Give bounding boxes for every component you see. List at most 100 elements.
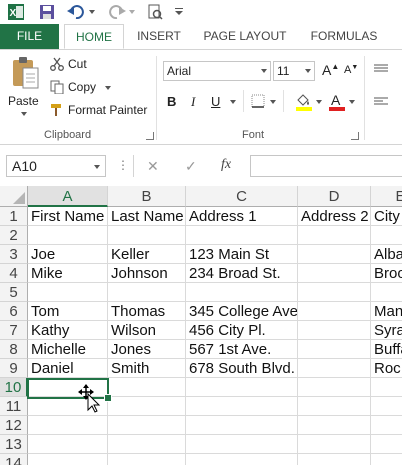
column-header-e[interactable]: E <box>371 186 402 207</box>
row-header[interactable]: 8 <box>0 340 28 359</box>
font-color-button[interactable]: A <box>328 92 346 112</box>
row-header[interactable]: 5 <box>0 283 28 302</box>
row-header[interactable]: 2 <box>0 226 28 245</box>
font-launcher-icon[interactable] <box>351 132 359 140</box>
cell-c5[interactable] <box>186 283 298 302</box>
cell-e8[interactable]: Buffa <box>371 340 402 359</box>
cell-a3[interactable]: Joe <box>28 245 108 264</box>
worksheet-grid[interactable]: A B C D E 1 First Name Last Name Address 1 Addres… <box>0 186 402 465</box>
insert-function-icon[interactable]: fx <box>221 157 231 173</box>
row-header[interactable]: 13 <box>0 435 28 454</box>
undo-dropdown-icon[interactable] <box>88 3 96 21</box>
cell-a4[interactable]: Mike <box>28 264 108 283</box>
row-header[interactable]: 9 <box>0 359 28 378</box>
cell-b3[interactable]: Keller <box>108 245 186 264</box>
cell-e3[interactable]: Alba <box>371 245 402 264</box>
save-icon[interactable] <box>38 3 56 21</box>
cell-a12[interactable] <box>28 416 108 435</box>
copy-button[interactable]: Copy <box>50 78 150 96</box>
cell-a14[interactable] <box>28 454 108 465</box>
italic-button[interactable]: I <box>191 94 205 110</box>
cell-c8[interactable]: 567 1st Ave. <box>186 340 298 359</box>
paste-dropdown-icon[interactable] <box>21 112 27 116</box>
borders-dropdown-icon[interactable] <box>270 100 276 104</box>
bold-button[interactable]: B <box>167 94 181 109</box>
cell-a7[interactable]: Kathy <box>28 321 108 340</box>
enter-icon[interactable]: ✓ <box>185 158 197 175</box>
font-size-combo[interactable]: 11 <box>273 61 315 81</box>
column-header-c[interactable]: C <box>186 186 298 207</box>
fill-color-button[interactable] <box>295 92 313 112</box>
cell-e4[interactable]: Broo <box>371 264 402 283</box>
cell-b12[interactable] <box>108 416 186 435</box>
align-top-icon[interactable] <box>374 63 388 75</box>
row-header[interactable]: 12 <box>0 416 28 435</box>
cell-e6[interactable]: Man <box>371 302 402 321</box>
tab-home[interactable]: HOME <box>64 24 124 49</box>
shrink-font-button[interactable]: A▼ <box>344 64 360 82</box>
cell-c2[interactable] <box>186 226 298 245</box>
font-name-dropdown-icon[interactable] <box>261 69 267 73</box>
cell-c10[interactable] <box>186 378 298 397</box>
cell-d3[interactable] <box>298 245 371 264</box>
cell-b5[interactable] <box>108 283 186 302</box>
font-size-dropdown-icon[interactable] <box>305 69 311 73</box>
cell-d1[interactable]: Address 2 <box>298 207 371 226</box>
cell-c13[interactable] <box>186 435 298 454</box>
row-header[interactable]: 10 <box>0 378 28 397</box>
cell-d4[interactable] <box>298 264 371 283</box>
cell-d7[interactable] <box>298 321 371 340</box>
cell-b1[interactable]: Last Name <box>108 207 186 226</box>
cell-e13[interactable] <box>371 435 402 454</box>
tab-page-layout[interactable]: PAGE LAYOUT <box>197 24 293 49</box>
tab-formulas[interactable]: FORMULAS <box>304 24 384 49</box>
select-all-button[interactable] <box>0 186 28 207</box>
grow-font-button[interactable]: A▲ <box>322 62 339 80</box>
name-box-dropdown-icon[interactable] <box>94 165 100 169</box>
cell-b4[interactable]: Johnson <box>108 264 186 283</box>
row-header[interactable]: 11 <box>0 397 28 416</box>
cell-c11[interactable] <box>186 397 298 416</box>
undo-icon[interactable] <box>66 3 86 21</box>
cell-b7[interactable]: Wilson <box>108 321 186 340</box>
cell-b8[interactable]: Jones <box>108 340 186 359</box>
row-header[interactable]: 3 <box>0 245 28 264</box>
cell-d12[interactable] <box>298 416 371 435</box>
cell-a2[interactable] <box>28 226 108 245</box>
cell-a1[interactable]: First Name <box>28 207 108 226</box>
excel-icon[interactable]: X <box>7 3 25 21</box>
paste-button[interactable]: Paste <box>8 56 42 116</box>
cell-c7[interactable]: 456 City Pl. <box>186 321 298 340</box>
column-header-b[interactable]: B <box>108 186 186 207</box>
cell-a9[interactable]: Daniel <box>28 359 108 378</box>
cell-e11[interactable] <box>371 397 402 416</box>
format-painter-button[interactable]: Format Painter <box>50 101 154 119</box>
row-header[interactable]: 6 <box>0 302 28 321</box>
cell-c1[interactable]: Address 1 <box>186 207 298 226</box>
cell-b6[interactable]: Thomas <box>108 302 186 321</box>
cell-c12[interactable] <box>186 416 298 435</box>
tab-file[interactable]: FILE <box>0 24 59 49</box>
cell-e14[interactable] <box>371 454 402 465</box>
cell-e9[interactable]: Roc <box>371 359 402 378</box>
cell-c3[interactable]: 123 Main St <box>186 245 298 264</box>
redo-dropdown-icon[interactable] <box>128 3 136 21</box>
fill-handle[interactable] <box>104 394 112 402</box>
cell-e1[interactable]: City <box>371 207 402 226</box>
cell-d11[interactable] <box>298 397 371 416</box>
cell-b10[interactable] <box>108 378 186 397</box>
cell-b11[interactable] <box>108 397 186 416</box>
row-header[interactable]: 4 <box>0 264 28 283</box>
cell-d13[interactable] <box>298 435 371 454</box>
cell-e5[interactable] <box>371 283 402 302</box>
borders-button[interactable] <box>251 94 267 110</box>
customize-icon[interactable] <box>174 3 184 21</box>
row-header[interactable]: 1 <box>0 207 28 226</box>
redo-icon[interactable] <box>107 3 127 21</box>
underline-button[interactable]: U <box>211 94 225 109</box>
cell-d2[interactable] <box>298 226 371 245</box>
font-color-dropdown-icon[interactable] <box>349 100 355 104</box>
cell-a6[interactable]: Tom <box>28 302 108 321</box>
cell-c6[interactable]: 345 College Ave <box>186 302 298 321</box>
cell-a8[interactable]: Michelle <box>28 340 108 359</box>
